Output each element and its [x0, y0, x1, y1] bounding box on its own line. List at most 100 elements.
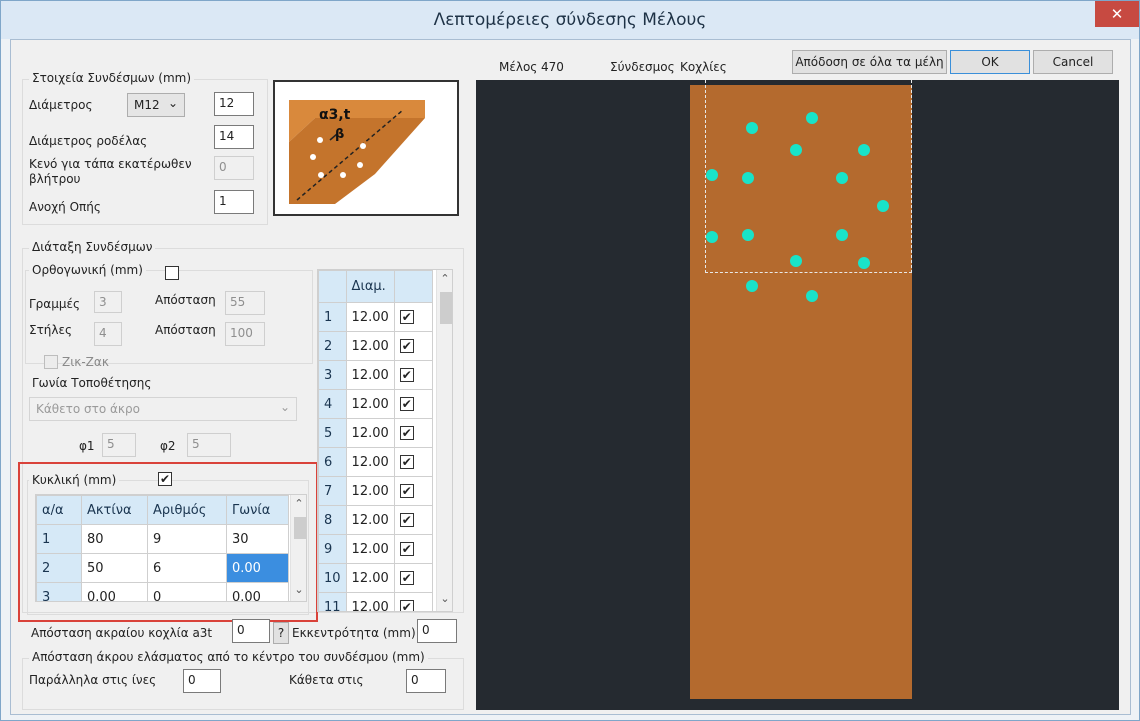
perpendicular-input[interactable]: 0: [406, 669, 446, 693]
include-checkbox[interactable]: ✔: [399, 425, 414, 440]
bolt-marker: [746, 122, 758, 134]
diameter-cell[interactable]: 12.00: [345, 331, 395, 361]
row-index: 11: [318, 592, 347, 611]
include-checkbox[interactable]: ✔: [399, 512, 414, 527]
tolerance-input[interactable]: 1: [214, 190, 254, 214]
bolt-marker: [746, 280, 758, 292]
diameter-select[interactable]: M12 ⌄: [127, 93, 185, 117]
perpendicular-label: Κάθετα στις: [289, 673, 364, 687]
circular-checkbox[interactable]: ✔: [158, 472, 172, 486]
orthogonal-group: [25, 270, 313, 364]
parallel-input[interactable]: 0: [183, 669, 221, 693]
diameter-label: Διάμετρος: [29, 98, 93, 112]
eccentricity-input[interactable]: 0: [417, 619, 457, 643]
include-cell: ✔: [393, 331, 433, 361]
gap-label-line1: Κενό για τάπα εκατέρωθεν: [29, 157, 192, 171]
angle-cell-selected[interactable]: 0.00: [226, 553, 289, 583]
diameter-cell[interactable]: 12.00: [345, 563, 395, 593]
radius-cell[interactable]: 50: [81, 553, 148, 583]
include-cell: ✔: [393, 563, 433, 593]
count-cell[interactable]: 9: [147, 524, 227, 554]
include-checkbox[interactable]: ✔: [399, 396, 414, 411]
diameter-cell[interactable]: 12.00: [345, 476, 395, 506]
include-checkbox[interactable]: ✔: [399, 483, 414, 498]
gap-label-line2: βλήτρου: [29, 172, 81, 186]
orthogonal-checkbox[interactable]: [165, 266, 179, 280]
phi2-input: 5: [187, 433, 231, 457]
diameter-cell[interactable]: 12.00: [345, 360, 395, 390]
radius-cell[interactable]: 80: [81, 524, 148, 554]
rows-label: Γραμμές: [29, 297, 81, 311]
eccentricity-label: Εκκεντρότητα (mm): [292, 626, 416, 640]
diam-header: Διαμ.: [345, 270, 395, 303]
washer-input[interactable]: 14: [214, 125, 254, 149]
help-button[interactable]: ?: [273, 622, 289, 644]
include-cell: ✔: [393, 592, 433, 611]
close-button[interactable]: ✕: [1095, 1, 1139, 27]
angle-cell[interactable]: 0.00: [226, 582, 289, 601]
bolt-marker: [836, 229, 848, 241]
washer-label: Διάμετρος ροδέλας: [29, 134, 148, 148]
radius-cell[interactable]: 0.00: [81, 582, 148, 601]
ok-button[interactable]: OK: [950, 50, 1030, 74]
angle-cell[interactable]: 30: [226, 524, 289, 554]
connector-label: Σύνδεσμος: [610, 60, 675, 74]
scroll-thumb[interactable]: [440, 292, 452, 324]
include-checkbox[interactable]: ✔: [399, 599, 414, 611]
circular-title: Κυκλική (mm): [29, 473, 120, 487]
include-cell: ✔: [393, 505, 433, 535]
bolt-marker: [706, 231, 718, 243]
diameter-cell[interactable]: 12.00: [345, 302, 395, 332]
row-index: 6: [318, 447, 347, 477]
scroll-down-icon[interactable]: ⌄: [437, 592, 452, 605]
diameter-select-value: M12: [134, 98, 160, 112]
include-checkbox[interactable]: ✔: [399, 570, 414, 585]
circular-table-scrollbar[interactable]: ⌃ ⌄: [290, 495, 306, 601]
cancel-button[interactable]: Cancel: [1033, 50, 1113, 74]
table-row: 10 12.00 ✔: [318, 563, 433, 593]
diameter-cell[interactable]: 12.00: [345, 447, 395, 477]
chevron-down-icon: ⌄: [167, 96, 178, 110]
include-checkbox[interactable]: ✔: [399, 309, 414, 324]
angle-select: Κάθετο στο άκρο ⌄: [29, 397, 297, 421]
diam-corner: [318, 270, 347, 303]
diameter-cell[interactable]: 12.00: [345, 418, 395, 448]
bolt-marker: [877, 200, 889, 212]
a3t-input[interactable]: 0: [232, 619, 270, 643]
bolt-marker: [742, 172, 754, 184]
diameter-table-scrollbar[interactable]: ⌃ ⌄: [436, 270, 452, 611]
include-checkbox[interactable]: ✔: [399, 367, 414, 382]
diameter-cell[interactable]: 12.00: [345, 505, 395, 535]
table-row: 5 12.00 ✔: [318, 418, 433, 448]
phi2-label: φ2: [160, 439, 176, 453]
table-row: 2 12.00 ✔: [318, 331, 433, 361]
include-checkbox[interactable]: ✔: [399, 454, 414, 469]
member-drawing-canvas[interactable]: [476, 80, 1119, 710]
count-cell[interactable]: 6: [147, 553, 227, 583]
connection-zone-frame: [705, 80, 912, 273]
include-checkbox[interactable]: ✔: [399, 541, 414, 556]
scroll-up-icon[interactable]: ⌃: [291, 497, 306, 510]
scroll-up-icon[interactable]: ⌃: [437, 272, 452, 285]
table-row: 8 12.00 ✔: [318, 505, 433, 535]
a3t-label: Απόσταση ακραίου κοχλία a3t: [31, 626, 213, 640]
fasteners-group-title: Στοιχεία Συνδέσμων (mm): [29, 71, 195, 85]
scroll-down-icon[interactable]: ⌄: [291, 583, 306, 596]
phi1-label: φ1: [79, 439, 95, 453]
row-index: 9: [318, 534, 347, 564]
diam-check-header: [393, 270, 433, 303]
diameter-cell[interactable]: 12.00: [345, 534, 395, 564]
include-cell: ✔: [393, 302, 433, 332]
rows-input: 3: [94, 291, 122, 313]
diameter-input[interactable]: 12: [214, 92, 254, 116]
table-row: 9 12.00 ✔: [318, 534, 433, 564]
include-checkbox[interactable]: ✔: [399, 338, 414, 353]
count-cell[interactable]: 0: [147, 582, 227, 601]
apply-all-button[interactable]: Απόδοση σε όλα τα μέλη: [792, 50, 947, 74]
scroll-thumb[interactable]: [294, 517, 306, 539]
diameter-cell[interactable]: 12.00: [345, 592, 395, 611]
diameter-cell[interactable]: 12.00: [345, 389, 395, 419]
phi1-input: 5: [102, 433, 136, 457]
row-index: 2: [318, 331, 347, 361]
tolerance-label: Ανοχή Οπής: [29, 200, 101, 214]
